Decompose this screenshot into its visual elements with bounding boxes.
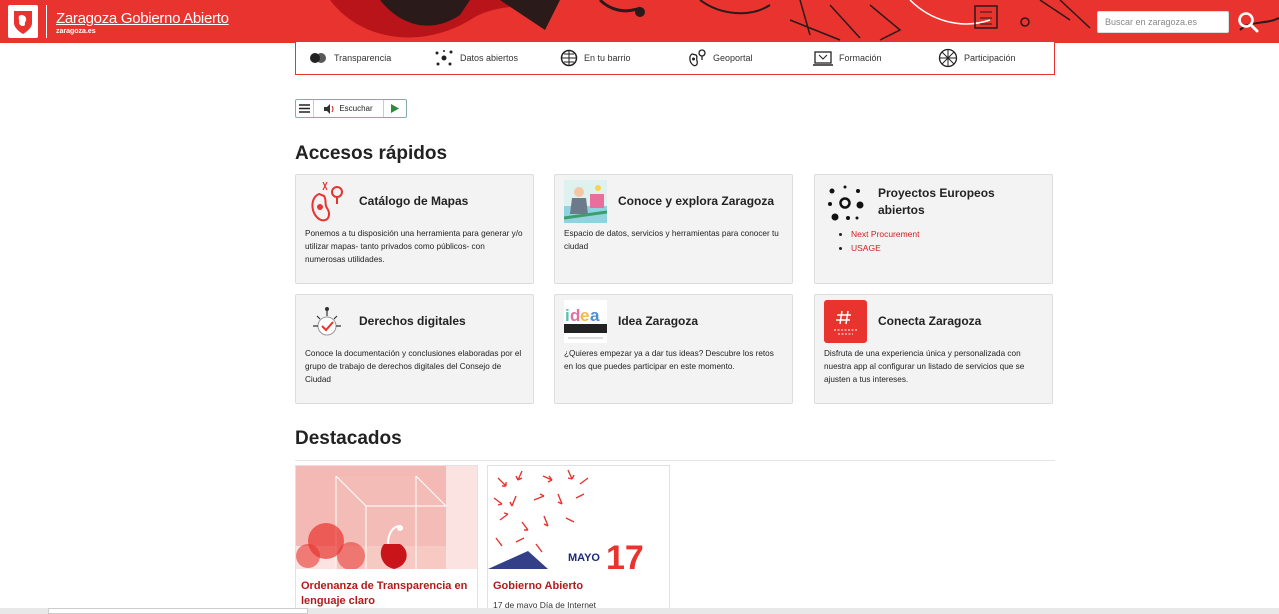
nav-item-datos-abiertos[interactable]: Datos abiertos [434,48,518,68]
section-heading-destacados: Destacados [295,428,402,449]
card-title[interactable]: Conoce y explora Zaragoza [618,194,774,208]
list-item: USAGE [851,241,920,255]
nav-label: Datos abiertos [460,53,519,63]
card-description: Conoce la documentación y conclusiones e… [305,349,522,384]
speaker-icon [324,103,334,114]
card-description: ¿Quieres empezar ya a dar tus ideas? Des… [564,349,774,371]
training-icon [813,51,833,66]
explore-illustration-icon [564,180,607,223]
nav-item-en-tu-barrio[interactable]: En tu barrio [560,48,631,68]
nav-label: Geoportal [713,53,753,63]
featured-title[interactable]: Ordenanza de Transparencia en lenguaje c… [301,579,473,609]
neighborhood-icon [560,49,578,67]
nav-item-geoportal[interactable]: Geoportal [687,48,753,68]
scrollbar-thumb[interactable] [48,608,308,614]
nav-item-participacion[interactable]: Participación [938,48,1016,68]
listen-label: Escuchar [339,104,373,113]
city-logo[interactable] [8,5,38,38]
card-idea-zaragoza[interactable]: i d e a Idea Zaragoza ¿Quieres empezar y… [554,294,793,404]
card-description: Disfruta de una experiencia única y pers… [824,349,1025,384]
card-description: Ponemos a tu disposición una herramienta… [305,229,523,264]
conecta-app-icon [824,300,867,343]
card-derechos-digitales[interactable]: Derechos digitales Conoce la documentaci… [295,294,534,404]
search-input[interactable] [1097,11,1229,33]
project-links: Next Procurement USAGE [851,227,920,255]
card-catalogo-mapas[interactable]: Catálogo de Mapas Ponemos a tu disposici… [295,174,534,284]
nav-label: Transparencia [334,53,392,63]
nav-label: Participación [964,53,1016,63]
link-next-procurement[interactable]: Next Procurement [851,229,920,239]
featured-card-ordenanza[interactable]: Ordenanza de Transparencia en lenguaje c… [295,465,478,614]
poster-month: MAYO [568,552,600,564]
geoportal-icon [689,49,706,67]
site-title[interactable]: Zaragoza Gobierno Abierto [56,10,229,27]
card-conoce-zaragoza[interactable]: Conoce y explora Zaragoza Espacio de dat… [554,174,793,284]
card-proyectos-europeos[interactable]: Proyectos Europeos abiertos Next Procure… [814,174,1053,284]
card-title[interactable]: Catálogo de Mapas [359,194,468,208]
transparency-cube-illustration [296,466,477,569]
card-title[interactable]: Idea Zaragoza [618,314,698,328]
card-title[interactable]: Conecta Zaragoza [878,314,981,328]
map-pin-icon [311,181,343,222]
participation-icon [938,48,958,68]
digital-rights-icon [313,307,341,336]
header-separator [46,5,47,38]
card-conecta-zaragoza[interactable]: Conecta Zaragoza Disfruta de una experie… [814,294,1053,404]
top-header: Zaragoza Gobierno Abierto zaragoza.es [0,0,1279,43]
featured-card-gobierno-abierto[interactable]: MAYO 17 Gobierno Abierto 17 de mayo Día … [487,465,670,614]
list-item: Next Procurement [851,227,920,241]
transparency-icon [310,53,326,63]
site-subtitle[interactable]: zaragoza.es [56,28,96,35]
svg-text:e: e [580,306,589,325]
play-button[interactable] [384,100,406,117]
listen-widget: Escuchar [295,99,407,118]
link-usage[interactable]: USAGE [851,243,881,253]
section-heading-accesos: Accesos rápidos [295,143,448,164]
featured-title[interactable]: Gobierno Abierto [493,579,665,594]
nav-item-transparencia[interactable]: Transparencia [308,48,391,68]
nav-item-formacion[interactable]: Formación [813,48,882,68]
idea-zaragoza-logo-icon: i d e a [564,300,607,343]
main-nav: Transparencia Datos abiertos En tu barri… [295,42,1055,75]
menu-icon[interactable] [296,100,314,117]
svg-text:a: a [590,306,600,325]
poster-day: 17 [606,539,644,569]
section-divider [295,460,1055,461]
nav-label: En tu barrio [584,53,631,63]
internet-day-poster: MAYO 17 [488,466,669,569]
svg-text:d: d [570,306,580,325]
open-data-icon [435,50,453,66]
search-icon[interactable] [1236,10,1260,34]
listen-button[interactable]: Escuchar [314,100,384,117]
card-title[interactable]: Proyectos Europeos abiertos [878,185,1043,219]
card-title[interactable]: Derechos digitales [359,314,466,328]
nav-label: Formación [839,53,882,63]
play-icon [391,104,399,113]
card-description: Espacio de datos, servicios y herramient… [564,229,779,251]
shield-lion-icon [14,10,32,34]
dots-network-icon [828,185,864,221]
